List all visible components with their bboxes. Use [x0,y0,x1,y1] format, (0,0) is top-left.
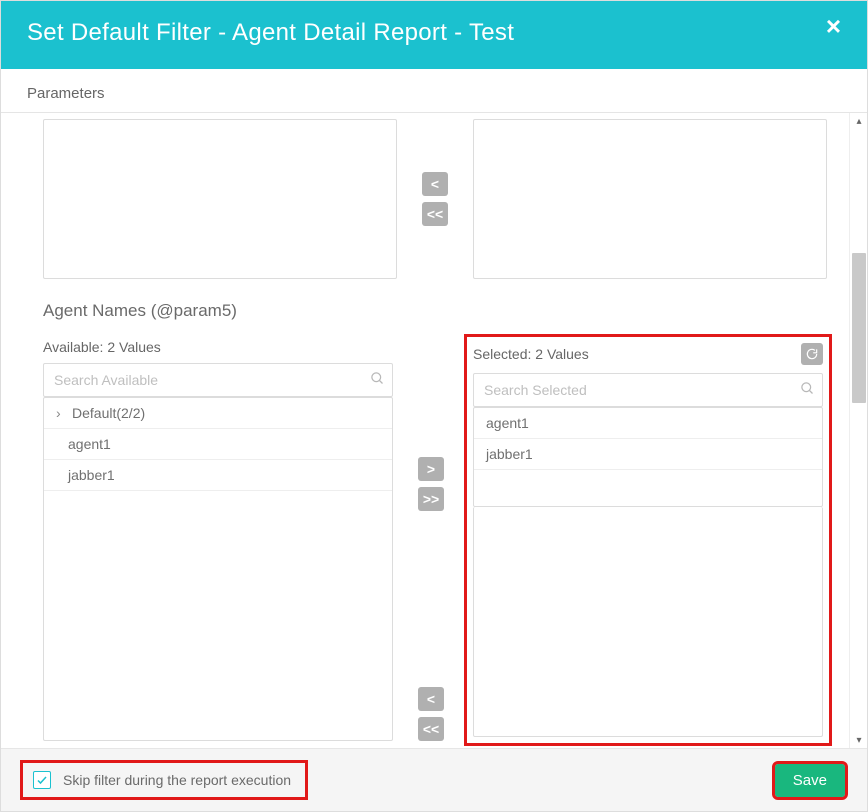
scroll-thumb[interactable] [852,253,866,403]
selected-search [473,373,823,407]
transfer-controls: > >> < << [413,339,449,741]
default-filter-modal: Set Default Filter - Agent Detail Report… [1,1,867,811]
selected-count: Selected: 2 Values [473,346,589,362]
selected-column: Selected: 2 Values agent1 jabber1 [469,339,827,741]
skip-filter-label: Skip filter during the report execution [63,772,291,788]
prev-available-col [43,119,397,279]
section-label-agent-names: Agent Names (@param5) [43,301,827,321]
available-count: Available: 2 Values [43,339,161,355]
modal-footer: Skip filter during the report execution … [1,748,867,811]
selected-header-row: Selected: 2 Values [473,343,823,365]
available-search [43,363,393,397]
scroll-up-icon[interactable]: ▴ [850,113,867,129]
close-icon[interactable]: × [826,13,841,39]
move-all-left-button[interactable]: << [418,717,444,741]
modal-title: Set Default Filter - Agent Detail Report… [27,19,514,47]
skip-filter-option: Skip filter during the report execution [23,763,305,797]
search-icon [800,381,815,399]
available-column: Available: 2 Values Default(2/2) agent1 … [43,339,393,741]
selected-listbox-extra[interactable] [473,507,823,737]
refresh-icon [805,347,819,361]
scroll-content: < << Agent Names (@param5) Available: 2 … [1,113,849,748]
prev-selected-col [473,119,827,279]
move-all-left-button[interactable]: << [422,202,448,226]
move-all-right-button[interactable]: >> [418,487,444,511]
save-button[interactable]: Save [775,764,845,797]
search-available-input[interactable] [43,363,393,397]
move-right-button[interactable]: > [418,457,444,481]
available-item[interactable]: jabber1 [44,460,392,491]
available-item[interactable]: agent1 [44,429,392,460]
tab-bar: Parameters [1,69,867,113]
prev-selected-list[interactable] [473,119,827,279]
selected-item[interactable]: jabber1 [474,439,822,470]
tab-parameters[interactable]: Parameters [27,79,105,112]
available-listbox[interactable]: Default(2/2) agent1 jabber1 [43,397,393,741]
selected-item[interactable]: agent1 [474,408,822,439]
previous-dual-list: < << [43,119,827,279]
prev-available-list[interactable] [43,119,397,279]
search-selected-input[interactable] [473,373,823,407]
reset-selected-button[interactable] [801,343,823,365]
modal-header: Set Default Filter - Agent Detail Report… [1,1,867,69]
check-icon [36,774,48,786]
content-area: < << Agent Names (@param5) Available: 2 … [1,113,867,748]
prev-transfer-controls: < << [417,119,453,279]
agent-names-dual-list: Available: 2 Values Default(2/2) agent1 … [43,339,827,741]
selected-listbox[interactable]: agent1 jabber1 [473,407,823,507]
search-icon [370,371,385,389]
scroll-down-icon[interactable]: ▾ [850,732,867,748]
available-header: Available: 2 Values [43,339,393,355]
vertical-scrollbar[interactable]: ▴ ▾ [849,113,867,748]
move-left-button[interactable]: < [418,687,444,711]
move-left-button[interactable]: < [422,172,448,196]
available-group[interactable]: Default(2/2) [44,398,392,429]
skip-filter-checkbox[interactable] [33,771,51,789]
